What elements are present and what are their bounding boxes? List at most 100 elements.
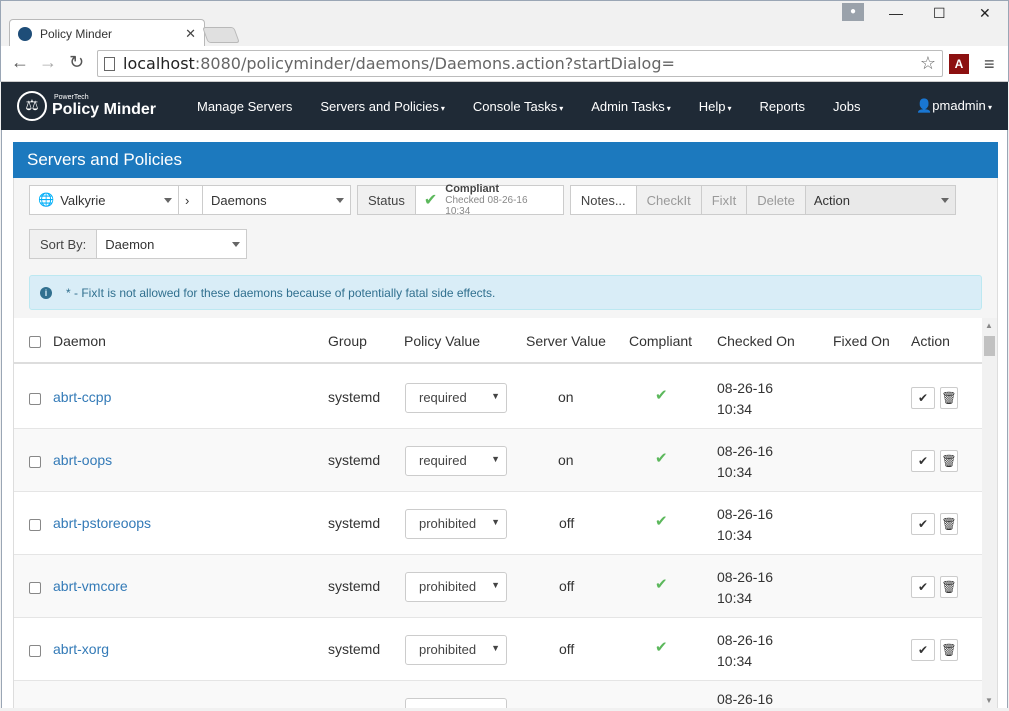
trash-icon[interactable]: 🗑 [940,576,958,598]
policy-value-select[interactable] [405,698,507,708]
url-bar[interactable]: localhost:8080/policyminder/daemons/Daem… [97,50,943,77]
check-action-button[interactable]: ✔ [911,450,935,472]
server-select[interactable]: 🌐 Valkyrie [29,185,179,215]
daemon-link[interactable]: abrt-ccpp [53,389,111,405]
window-maximize-button[interactable]: ☐ [933,5,946,22]
row-checkbox[interactable] [29,582,41,594]
policy-value-select[interactable]: required ▼ [405,446,507,476]
forward-arrow-icon[interactable]: → [39,52,57,73]
trash-icon[interactable]: 🗑 [940,513,958,535]
col-policy-value[interactable]: Policy Value [404,333,480,349]
url-path: :8080/policyminder/daemons/Daemons.actio… [194,54,675,73]
row-checkbox[interactable] [29,456,41,468]
page-content: Servers and Policies 🌐 Valkyrie › Daemon… [1,130,1008,708]
col-group[interactable]: Group [328,333,367,349]
pdf-extension-icon[interactable]: A [949,54,969,74]
new-tab-button[interactable] [202,27,240,43]
notes-button[interactable]: Notes... [569,185,637,215]
user-menu[interactable]: 👤pmadmin ▾ [916,98,992,114]
group-cell: systemd [328,452,381,468]
tab-close-icon[interactable]: ✕ [185,26,196,42]
user-icon: 👤 [916,98,933,113]
policy-value-select[interactable]: prohibited ▼ [405,509,507,539]
table-header: Daemon Group Policy Value Server Value C… [14,318,982,364]
server-value-cell: off [559,578,575,594]
caret-down-icon: ▾ [727,103,732,113]
group-cell: systemd [328,641,381,657]
nav-console-tasks[interactable]: Console Tasks ▾ [459,99,577,114]
server-value-cell: off [559,515,575,531]
table-row: abrt-oops systemd required ▼ on ✔ 08-26-1… [14,429,982,492]
server-globe-icon: 🌐 [38,192,55,207]
scrollbar-thumb[interactable] [984,336,995,356]
trash-icon[interactable]: 🗑 [940,450,958,472]
panel-title: Servers and Policies [13,142,998,178]
reload-icon[interactable]: ↻ [69,52,84,73]
check-action-button[interactable]: ✔ [911,513,935,535]
check-action-button[interactable]: ✔ [911,639,935,661]
nav-reports[interactable]: Reports [745,99,819,114]
caret-down-icon: ▾ [559,103,564,113]
status-checked: Checked 08-26-16 10:34 [445,195,528,217]
window-minimize-button[interactable]: — [889,5,903,21]
back-arrow-icon[interactable]: ← [11,52,29,73]
compliant-check-icon: ✔ [655,450,668,467]
panel-body: 🌐 Valkyrie › Daemons Status ✔ Compliant … [13,178,998,708]
checked-on-cell: 08-26-16 10:34 [717,569,774,606]
row-checkbox[interactable] [29,519,41,531]
checked-on-cell: 08-26-16 10:34 [717,443,774,480]
checkit-button[interactable]: CheckIt [636,185,702,215]
brand-logo[interactable]: ⚖ PowerTech Policy Minder [17,91,169,121]
daemon-link[interactable]: abrt-xorg [53,641,109,657]
policy-value-select[interactable]: prohibited ▼ [405,635,507,665]
col-fixed-on[interactable]: Fixed On [833,333,890,349]
dropdown-arrow-icon [940,198,949,203]
dropdown-arrow-icon: ▼ [491,517,500,527]
browser-user-icon[interactable]: ● [842,3,864,21]
policy-value-select[interactable]: prohibited ▼ [405,572,507,602]
sort-label: Sort By: [29,229,98,259]
policy-select[interactable]: Daemons [203,185,351,215]
check-action-button[interactable]: ✔ [911,387,935,409]
info-alert: i * - FixIt is not allowed for these dae… [29,275,982,310]
nav-servers-and-policies[interactable]: Servers and Policies ▾ [306,99,459,114]
check-action-button[interactable]: ✔ [911,576,935,598]
scroll-down-icon[interactable]: ▼ [985,696,993,705]
col-checked-on[interactable]: Checked On [717,333,795,349]
bookmark-star-icon[interactable]: ☆ [920,53,936,74]
status-label: Status [357,185,416,215]
browser-menu-icon[interactable]: ≡ [984,54,995,75]
daemon-link[interactable]: abrt-pstoreoops [53,515,151,531]
browser-tab[interactable]: Policy Minder ✕ [9,19,205,47]
daemon-link[interactable]: abrt-vmcore [53,578,128,594]
fixit-button[interactable]: FixIt [701,185,748,215]
nav-manage-servers[interactable]: Manage Servers [183,99,306,114]
col-server-value[interactable]: Server Value [526,333,606,349]
nav-menu: Manage Servers Servers and Policies ▾ Con… [183,99,874,114]
caret-down-icon: ▾ [440,103,445,113]
sort-select[interactable]: Daemon [97,229,248,259]
brand-small-text: PowerTech [54,93,89,101]
daemon-link[interactable]: abrt-oops [53,452,112,468]
delete-button[interactable]: Delete [747,185,806,215]
col-compliant[interactable]: Compliant [629,333,692,349]
action-select[interactable]: Action [805,185,956,215]
col-daemon[interactable]: Daemon [53,333,106,349]
compliant-check-icon: ✔ [655,639,668,656]
row-checkbox[interactable] [29,645,41,657]
table-scrollbar[interactable]: ▲ ▼ [982,318,997,708]
policy-value-select[interactable]: required ▼ [405,383,507,413]
row-checkbox[interactable] [29,393,41,405]
sort-select-value: Daemon [105,236,155,252]
window-close-button[interactable]: ✕ [979,5,991,22]
select-all-checkbox[interactable] [29,336,41,348]
trash-icon[interactable]: 🗑 [940,639,958,661]
nav-jobs[interactable]: Jobs [819,99,874,114]
col-action: Action [911,333,950,349]
scroll-up-icon[interactable]: ▲ [985,321,993,330]
server-select-value: Valkyrie [60,192,106,208]
nav-help[interactable]: Help ▾ [685,99,746,114]
trash-icon[interactable]: 🗑 [940,387,958,409]
server-value-cell: on [558,389,574,405]
nav-admin-tasks[interactable]: Admin Tasks ▾ [577,99,684,114]
